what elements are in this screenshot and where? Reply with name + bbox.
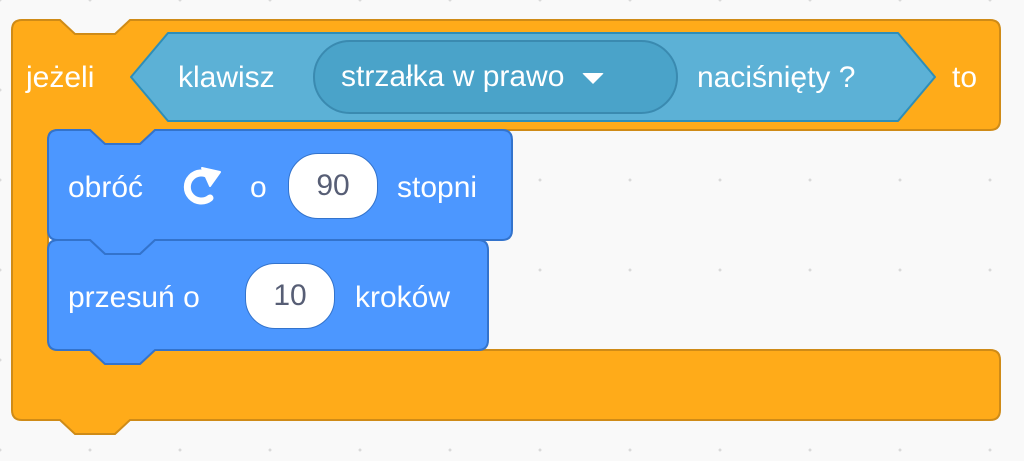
steps-label: kroków [355,281,451,314]
by-label: o [250,171,267,204]
if-keyword: jeżeli [26,61,95,94]
key-label: klawisz [178,61,275,94]
degrees-input[interactable]: 90 [288,153,378,219]
pressed-label: naciśnięty ? [697,61,856,94]
chevron-down-icon [582,72,605,84]
then-keyword: to [952,61,978,94]
turn-label: obróć [68,171,144,204]
degrees-label: stopni [397,171,478,204]
key-dropdown-value: strzałka w prawo [341,60,565,93]
key-dropdown[interactable]: strzałka w prawo [313,40,678,114]
steps-input[interactable]: 10 [245,263,335,329]
move-label: przesuń o [68,281,200,314]
